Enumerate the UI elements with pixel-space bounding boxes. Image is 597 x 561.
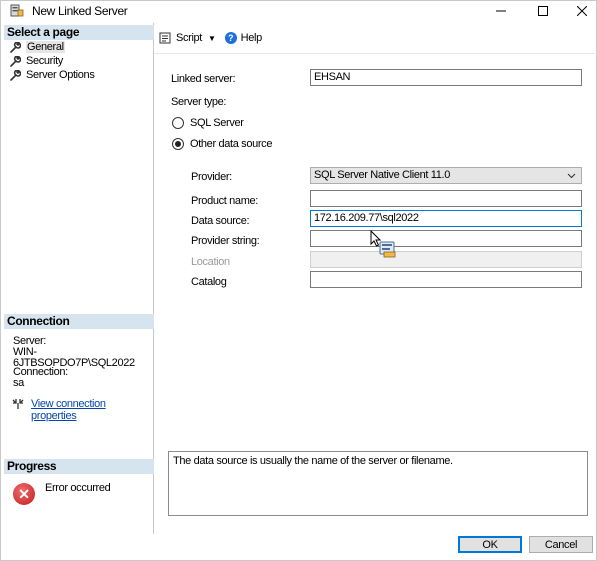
minimize-button[interactable]	[483, 1, 519, 20]
maximize-icon	[538, 5, 548, 16]
page-item-general[interactable]: General	[10, 40, 65, 54]
location-label: Location	[191, 256, 230, 268]
window-title: New Linked Server	[32, 4, 128, 18]
new-linked-server-dialog: New Linked Server Select a page General …	[0, 0, 597, 561]
wrench-icon	[10, 69, 21, 81]
linked-server-input[interactable]: EHSAN	[310, 69, 582, 86]
ok-button[interactable]: OK	[458, 536, 522, 553]
provider-string-input[interactable]	[310, 230, 582, 247]
progress-status: Error occurred	[45, 482, 111, 494]
connection-value: sa	[13, 377, 24, 389]
wrench-icon	[10, 55, 21, 67]
page-item-label: General	[26, 41, 65, 53]
linked-server-app-icon	[10, 4, 24, 17]
page-item-label: Security	[26, 55, 63, 67]
minimize-icon	[496, 10, 506, 11]
radio-circle[interactable]	[172, 117, 184, 129]
close-icon	[577, 5, 587, 16]
data-source-label: Data source:	[191, 215, 250, 227]
product-name-label: Product name:	[191, 195, 258, 207]
catalog-label: Catalog	[191, 276, 227, 288]
radio-other-data-source-label: Other data source	[190, 138, 273, 150]
maximize-button[interactable]	[525, 1, 561, 20]
wrench-icon	[10, 41, 21, 53]
server-type-label: Server type:	[171, 96, 227, 108]
close-button[interactable]	[564, 1, 597, 20]
view-connection-properties-link[interactable]: View connection properties	[31, 398, 153, 422]
select-page-header: Select a page	[4, 25, 154, 40]
script-icon[interactable]	[159, 32, 171, 44]
data-source-input[interactable]: 172.16.209.77\sql2022	[310, 210, 582, 227]
chevron-down-icon[interactable]	[567, 168, 576, 188]
location-input	[310, 251, 582, 268]
provider-string-label: Provider string:	[191, 235, 260, 247]
radio-other-data-source[interactable]: Other data source	[172, 138, 272, 150]
connection-header: Connection	[4, 314, 154, 329]
page-item-server-options[interactable]: Server Options	[10, 68, 95, 82]
radio-sql-server[interactable]: SQL Server	[172, 117, 244, 129]
title-bar: New Linked Server	[1, 1, 596, 20]
page-item-label: Server Options	[26, 69, 95, 81]
radio-sql-server-label: SQL Server	[190, 117, 244, 129]
error-icon: ✕	[13, 483, 35, 505]
provider-label: Provider:	[191, 171, 232, 183]
chevron-down-icon[interactable]: ▼	[208, 34, 216, 43]
left-pane: Select a page General Security Server Op…	[4, 23, 154, 534]
product-name-input[interactable]	[310, 190, 582, 207]
toolbar: Script ▼ ? Help	[159, 30, 262, 46]
cancel-button[interactable]: Cancel	[529, 536, 593, 553]
toolbar-divider	[154, 53, 597, 54]
linked-server-label: Linked server:	[171, 73, 236, 85]
help-icon[interactable]: ?	[224, 32, 237, 44]
progress-header: Progress	[4, 459, 154, 474]
mouse-cursor-icon	[370, 230, 396, 258]
script-button[interactable]: Script	[176, 32, 202, 44]
provider-value: SQL Server Native Client 11.0	[314, 169, 450, 181]
connection-properties-icon	[12, 399, 24, 409]
provider-select[interactable]: SQL Server Native Client 11.0	[310, 167, 582, 184]
radio-circle-checked[interactable]	[172, 138, 184, 150]
catalog-input[interactable]	[310, 271, 582, 288]
help-button[interactable]: Help	[241, 32, 263, 44]
description-box: The data source is usually the name of t…	[168, 451, 588, 516]
page-item-security[interactable]: Security	[10, 54, 63, 68]
